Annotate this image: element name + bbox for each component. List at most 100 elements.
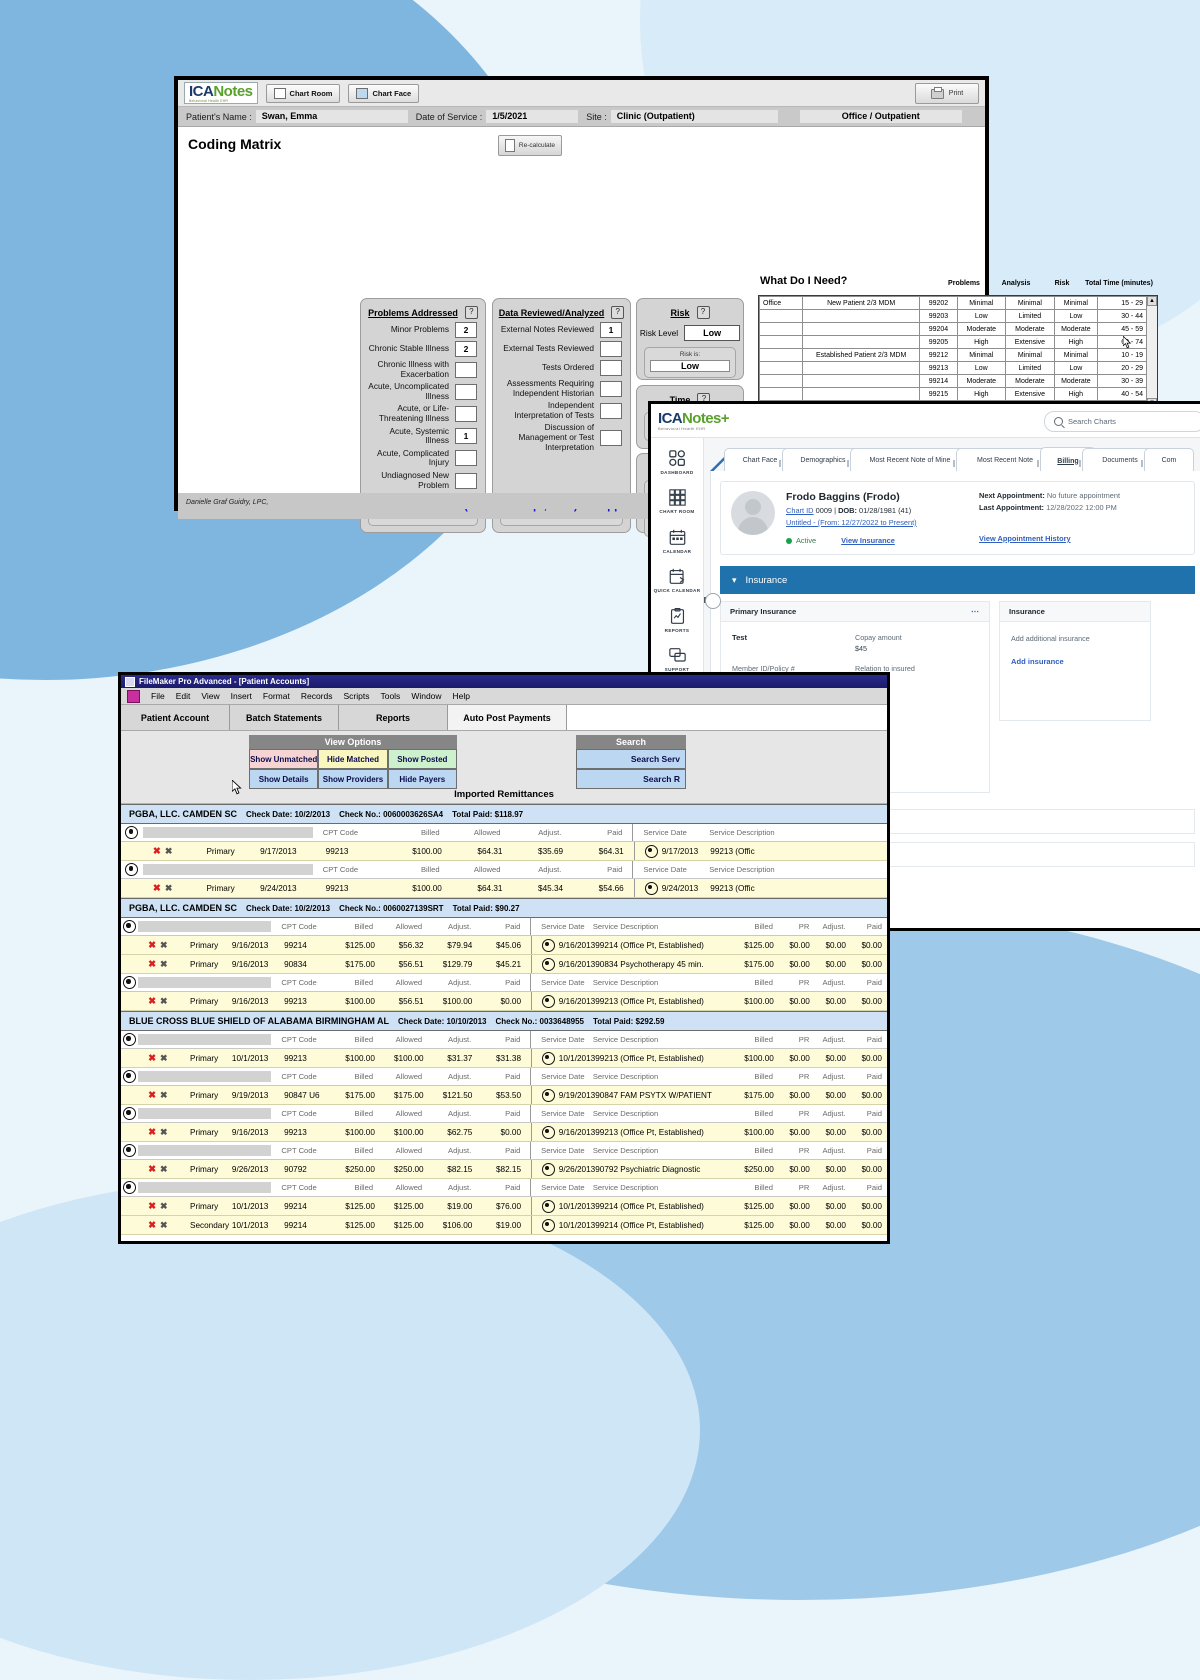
site-value[interactable]: Clinic (Outpatient) <box>610 110 778 123</box>
expand-toggle[interactable] <box>121 1033 138 1046</box>
chart-room-button[interactable]: Chart Room <box>265 83 341 103</box>
delete-toggle[interactable]: ✖ ✖ <box>138 959 190 970</box>
delete-toggle[interactable]: ✖ ✖ <box>138 996 190 1007</box>
table-row[interactable]: ✖ ✖ Primary 10/1/2013 99214 $125.00 $125.00 $19… <box>121 1197 887 1216</box>
field-input[interactable] <box>455 361 477 378</box>
expand-toggle[interactable] <box>121 1181 138 1194</box>
delete-toggle[interactable]: ✖ ✖ <box>143 846 207 857</box>
need-table-row[interactable]: 99203 Low Limited Low 30 - 44 <box>759 309 1148 323</box>
eye-icon[interactable] <box>541 1051 555 1065</box>
field-input[interactable] <box>455 383 477 400</box>
need-table-row[interactable]: 99205 High Extensive High 60 - 74 <box>759 335 1148 349</box>
sidebar-item-chart-room[interactable]: CHART ROOM <box>651 489 703 514</box>
recalculate-button[interactable]: Re-calculate <box>498 135 562 156</box>
tab-most-recent-note-of-mine[interactable]: Most Recent Note of Mine <box>850 448 970 471</box>
view-appointment-history-link[interactable]: View Appointment History <box>979 534 1071 543</box>
delete-toggle[interactable]: ✖ ✖ <box>138 1127 190 1138</box>
eye-icon[interactable] <box>644 844 658 858</box>
eye-icon[interactable] <box>541 957 555 971</box>
insurance-section-header[interactable]: ▾ Insurance <box>720 566 1195 594</box>
field-input[interactable]: 2 <box>455 322 477 338</box>
field-input[interactable] <box>455 405 477 422</box>
need-table-scrollbar[interactable]: ▲ ▼ <box>1146 296 1157 408</box>
field-input[interactable] <box>600 429 622 446</box>
field-input[interactable]: 2 <box>455 341 477 357</box>
field-input[interactable] <box>455 472 477 489</box>
print-button[interactable]: Print <box>915 83 979 104</box>
expand-toggle[interactable] <box>121 863 143 876</box>
menu-window[interactable]: Window <box>411 691 441 701</box>
field-input[interactable] <box>600 380 622 397</box>
need-table-row[interactable]: Established Patient 2/3 MDM 99212 Minimal M… <box>759 348 1148 362</box>
field-input[interactable] <box>600 402 622 419</box>
field-input[interactable] <box>600 360 622 376</box>
show-posted-button[interactable]: Show Posted <box>387 749 457 769</box>
eye-icon[interactable] <box>541 1088 555 1102</box>
table-row[interactable]: ✖ ✖ Primary 9/16/2013 90834 $175.00 $56.51 $129… <box>121 955 887 974</box>
search-charts-input[interactable]: Search Charts <box>1044 411 1200 432</box>
sidebar-item-support[interactable]: SUPPORT <box>651 647 703 672</box>
field-input[interactable] <box>455 450 477 467</box>
eye-icon[interactable] <box>541 938 555 952</box>
table-row[interactable]: ✖ ✖ Primary 9/16/2013 99214 $125.00 $56.32 $79.… <box>121 936 887 955</box>
view-insurance-link[interactable]: View Insurance <box>841 536 895 545</box>
table-row[interactable]: ✖ ✖ Primary 10/1/2013 99213 $100.00 $100.00 $31… <box>121 1049 887 1068</box>
patient-name-value[interactable]: Swan, Emma <box>255 110 408 123</box>
need-table-row[interactable]: 99204 Moderate Moderate Moderate 45 - 59 <box>759 322 1148 336</box>
need-table-row[interactable]: Office New Patient 2/3 MDM 99202 Minimal Min… <box>759 296 1148 310</box>
delete-toggle[interactable]: ✖ ✖ <box>138 940 190 951</box>
menu-file[interactable]: File <box>151 691 165 701</box>
menu-edit[interactable]: Edit <box>176 691 191 701</box>
delete-toggle[interactable]: ✖ ✖ <box>138 1164 190 1175</box>
table-row[interactable]: ✖ ✖ Primary 9/24/2013 99213 $100.00 $64.31 $45.… <box>121 879 887 898</box>
eye-icon[interactable] <box>541 1199 555 1213</box>
chart-face-button[interactable]: Chart Face <box>348 83 420 103</box>
field-input[interactable]: 1 <box>600 322 622 338</box>
field-input[interactable]: 1 <box>455 428 477 445</box>
more-options-icon[interactable]: ⋯ <box>971 607 980 616</box>
menu-help[interactable]: Help <box>453 691 470 701</box>
eye-icon[interactable] <box>644 881 658 895</box>
eye-icon[interactable] <box>541 1218 555 1232</box>
expand-toggle[interactable] <box>121 1070 138 1083</box>
payer-group-header[interactable]: PGBA, LLC. CAMDEN SC Check Date: 10/2/201… <box>121 804 887 824</box>
expand-toggle[interactable] <box>121 1107 138 1120</box>
risk-level-value[interactable]: Low <box>684 325 741 341</box>
table-row[interactable]: ✖ ✖ Primary 9/17/2013 99213 $100.00 $64.31 $35.… <box>121 842 887 861</box>
table-row[interactable]: ✖ ✖ Primary 9/16/2013 99213 $100.00 $100.00 $62… <box>121 1123 887 1142</box>
menu-insert[interactable]: Insert <box>231 691 252 701</box>
note-link[interactable]: Untitled - (From: 12/27/2022 to Present) <box>786 518 917 527</box>
help-icon[interactable]: ? <box>611 306 625 319</box>
delete-toggle[interactable]: ✖ ✖ <box>143 883 207 894</box>
tab-patient-account[interactable]: Patient Account <box>121 705 230 730</box>
scroll-up-icon[interactable]: ▲ <box>1147 296 1157 306</box>
payer-group-header[interactable]: BLUE CROSS BLUE SHIELD OF ALABAMA BIRMIN… <box>121 1011 887 1031</box>
table-row[interactable]: ✖ ✖ Primary 9/16/2013 99213 $100.00 $56.51 $100… <box>121 992 887 1011</box>
expand-toggle[interactable] <box>121 826 143 839</box>
delete-toggle[interactable]: ✖ ✖ <box>138 1053 190 1064</box>
field-input[interactable] <box>600 341 622 357</box>
tab-reports[interactable]: Reports <box>339 705 448 730</box>
show-unmatched-button[interactable]: Show Unmatched <box>249 749 319 769</box>
menu-format[interactable]: Format <box>263 691 290 701</box>
tab-com[interactable]: Com <box>1144 448 1194 471</box>
sidebar-item-quick-calendar[interactable]: QUICK CALENDAR <box>651 568 703 593</box>
need-table-row[interactable]: 99213 Low Limited Low 20 - 29 <box>759 361 1148 375</box>
tab-auto-post-payments[interactable]: Auto Post Payments <box>448 705 567 730</box>
show-providers-button[interactable]: Show Providers <box>318 769 388 789</box>
sidebar-item-dashboard[interactable]: DASHBOARD <box>651 450 703 475</box>
delete-toggle[interactable]: ✖ ✖ <box>138 1220 190 1231</box>
eye-icon[interactable] <box>541 994 555 1008</box>
search-remittances-button[interactable]: Search R <box>576 769 686 789</box>
tab-batch-statements[interactable]: Batch Statements <box>230 705 339 730</box>
menu-tools[interactable]: Tools <box>380 691 400 701</box>
expand-toggle[interactable] <box>121 1144 138 1157</box>
expand-toggle[interactable] <box>121 920 138 933</box>
delete-toggle[interactable]: ✖ ✖ <box>138 1090 190 1101</box>
hide-matched-button[interactable]: Hide Matched <box>318 749 388 769</box>
sidebar-item-reports[interactable]: REPORTS <box>651 607 703 633</box>
table-row[interactable]: ✖ ✖ Primary 9/19/2013 90847 U6 $175.00 $175.00… <box>121 1086 887 1105</box>
place-of-service-value[interactable]: Office / Outpatient <box>799 110 962 123</box>
eye-icon[interactable] <box>541 1162 555 1176</box>
chart-id-link[interactable]: Chart ID <box>786 506 814 515</box>
